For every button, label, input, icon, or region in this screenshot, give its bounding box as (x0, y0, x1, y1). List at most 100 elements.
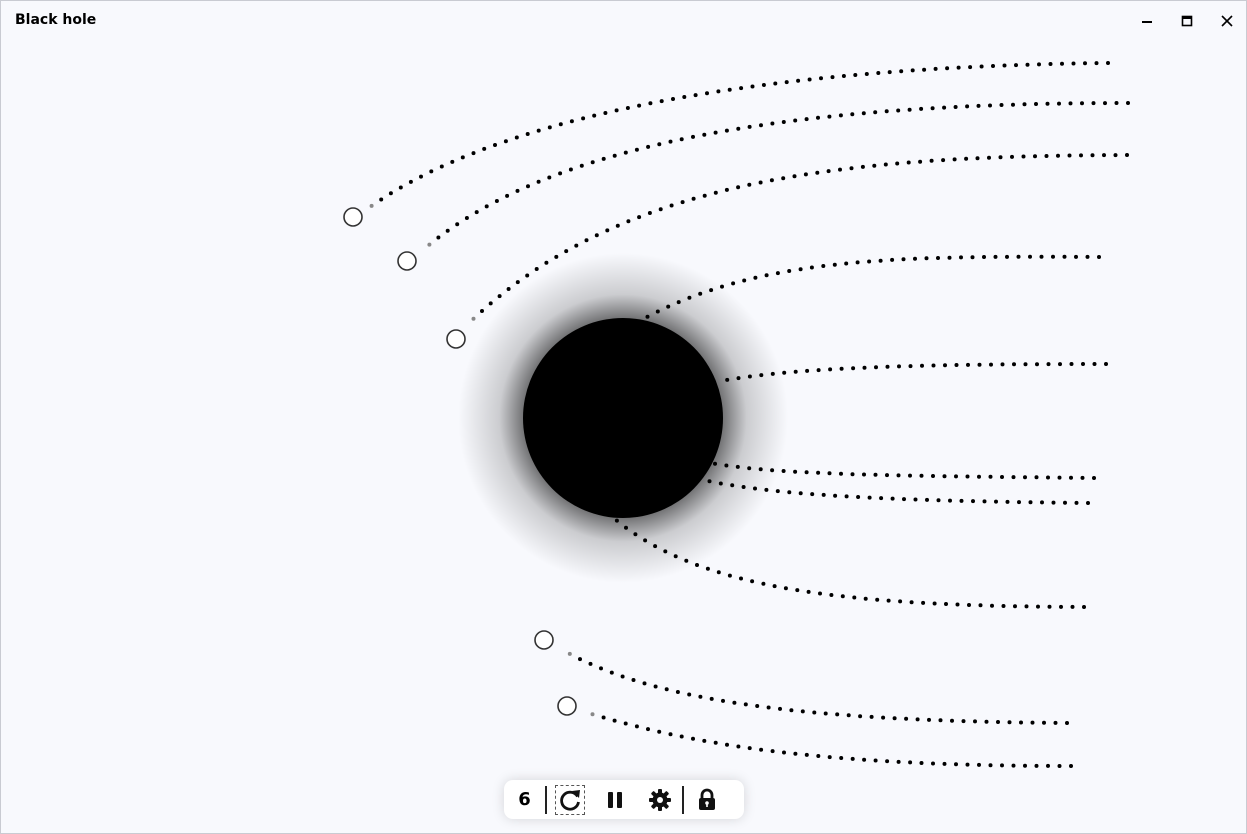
trail-dot (731, 281, 736, 286)
trail-dot (990, 603, 994, 608)
trail-dot (805, 368, 810, 373)
trail-dot (959, 255, 963, 260)
trail-dot (1000, 362, 1005, 367)
trail-dot (827, 471, 832, 476)
particle (557, 696, 577, 716)
trail-dot (942, 761, 947, 766)
trail-dot (743, 702, 748, 707)
trail-dot (909, 600, 914, 605)
trail-dot (915, 717, 920, 722)
trail-dot (1023, 475, 1027, 480)
trail-dot (827, 755, 832, 760)
trail-dot (804, 752, 809, 757)
trail-dot (862, 757, 867, 762)
trail-dot (584, 238, 589, 243)
trail-dot (841, 74, 846, 78)
trail-dot (947, 255, 952, 260)
trail-dot (976, 103, 981, 108)
trail-dot (668, 139, 673, 144)
trail-dot (1074, 500, 1079, 505)
trail-dot (601, 156, 606, 161)
trail-dot (1013, 604, 1017, 609)
trail-dot (1005, 254, 1009, 259)
trail-dot (1037, 62, 1041, 67)
trail-dot (849, 166, 854, 171)
trail-dot (716, 570, 721, 575)
trail-dot (544, 260, 549, 265)
trail-dot (1039, 254, 1044, 259)
trail-dot (1069, 475, 1073, 480)
trail-dot (1028, 254, 1032, 259)
trail-dot (603, 111, 608, 115)
trail-dot (815, 170, 820, 175)
trail-dot (931, 761, 935, 766)
trail-dot (798, 267, 803, 272)
trail-dot (1028, 500, 1033, 505)
trail-dot (398, 185, 403, 190)
trail-dot (979, 64, 984, 69)
trail-dot (1083, 61, 1087, 66)
restart-icon (554, 784, 585, 815)
trail-dot (954, 363, 959, 367)
trail-dot (388, 191, 393, 196)
trail-dot (1030, 720, 1035, 725)
trail-dot (1002, 63, 1007, 68)
lock-button[interactable] (684, 780, 729, 819)
trail-dot (908, 760, 913, 765)
trail-dot (547, 175, 552, 180)
trail-dot (455, 222, 460, 227)
trail-dot (873, 758, 878, 763)
trail-dot (883, 162, 888, 167)
trail-dot (750, 84, 755, 89)
trail-dot (829, 593, 834, 597)
trail-dot (620, 674, 625, 679)
trail-dot (574, 243, 579, 248)
trail-dot (1053, 720, 1058, 725)
trail-dot (569, 119, 574, 124)
trail-dot (1081, 362, 1085, 366)
trail-dot (942, 474, 947, 479)
trail-dot (850, 756, 855, 761)
trail-dot (1051, 500, 1056, 505)
pause-button[interactable] (592, 780, 637, 819)
trail-dot (1056, 153, 1060, 158)
trail-dot (471, 316, 476, 321)
trail-dot (1034, 475, 1039, 480)
trail-dot (775, 271, 780, 276)
trail-dot (1067, 153, 1072, 158)
trail-dot (736, 126, 741, 131)
settings-button[interactable] (637, 780, 682, 819)
trail-dot (806, 589, 811, 594)
trail-dot (1086, 501, 1090, 505)
trail-dot (471, 151, 476, 156)
trail-dot (647, 211, 652, 215)
trail-dot (1063, 500, 1067, 505)
simulation-canvas[interactable] (1, 1, 1246, 833)
trail-dot (899, 69, 904, 74)
trail-dot (873, 472, 878, 477)
trail-dot (948, 498, 952, 503)
trail-dot (896, 473, 901, 478)
trail-dot (1010, 154, 1014, 159)
trail-dot (793, 751, 798, 756)
trail-dot (930, 106, 935, 111)
trail-dot (534, 267, 539, 271)
trail-dot (1012, 362, 1016, 367)
trail-dot (787, 490, 792, 495)
trail-dot (558, 122, 563, 127)
trail-dot (1040, 500, 1044, 505)
trail-dot (828, 367, 833, 372)
trail-dot (953, 105, 958, 109)
trail-dot (646, 727, 650, 732)
trail-dot (1125, 153, 1129, 157)
trail-dot (1005, 499, 1010, 504)
trail-dot (653, 684, 658, 689)
trail-dot (839, 471, 843, 476)
trail-dot (721, 698, 725, 703)
trail-dot (896, 108, 901, 113)
pause-icon (607, 791, 622, 808)
trail-dot (408, 179, 413, 184)
restart-button[interactable] (547, 780, 592, 819)
trail-dot (680, 200, 685, 205)
trail-dot (956, 65, 961, 70)
